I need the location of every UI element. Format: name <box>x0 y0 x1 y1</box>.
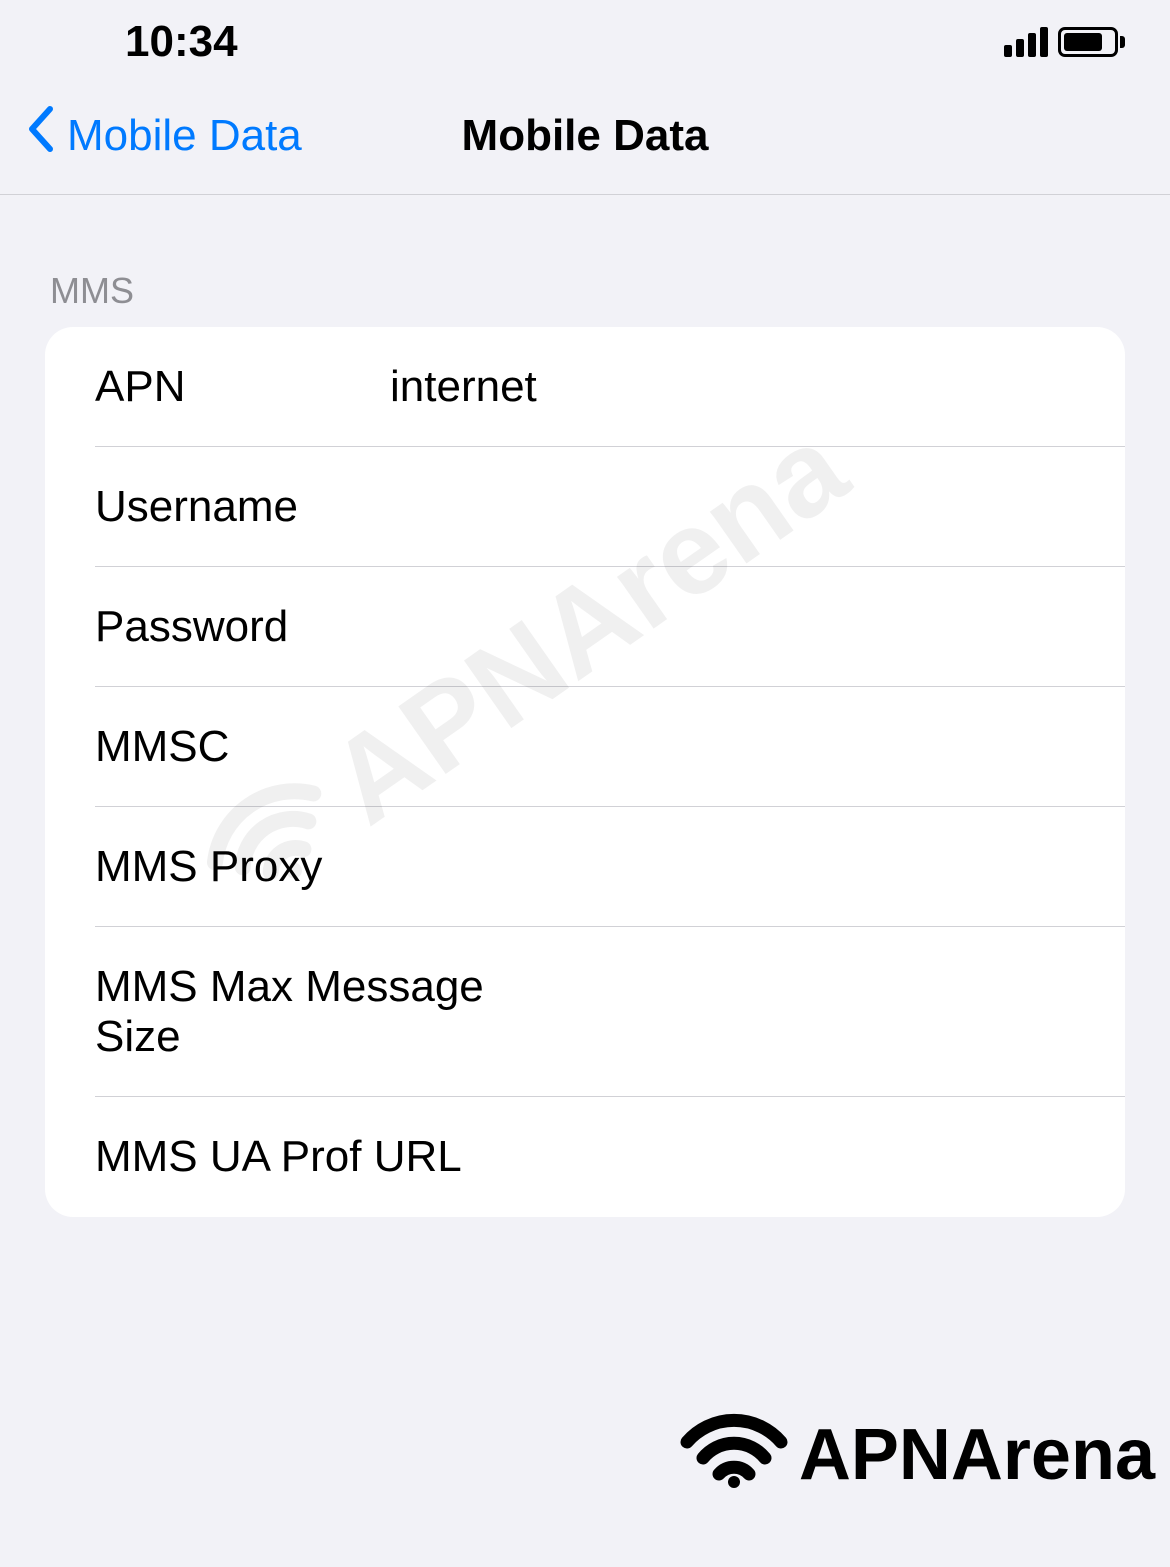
section-header-mms: MMS <box>45 195 1125 327</box>
footer-brand-text: APNArena <box>799 1414 1155 1496</box>
status-icons <box>1004 27 1125 57</box>
input-mmsc[interactable] <box>390 722 1125 772</box>
input-password[interactable] <box>390 602 1125 652</box>
input-mms-max-message-size[interactable] <box>550 987 1125 1037</box>
label-mmsc: MMSC <box>95 722 390 772</box>
row-apn[interactable]: APN <box>45 327 1125 447</box>
label-apn: APN <box>95 362 390 412</box>
label-password: Password <box>95 602 390 652</box>
row-mms-proxy[interactable]: MMS Proxy <box>45 807 1125 927</box>
status-time: 10:34 <box>125 17 238 67</box>
row-mms-max-message-size[interactable]: MMS Max Message Size <box>45 927 1125 1097</box>
back-button[interactable]: Mobile Data <box>25 105 302 166</box>
row-mmsc[interactable]: MMSC <box>45 687 1125 807</box>
input-mms-proxy[interactable] <box>390 842 1125 892</box>
row-username[interactable]: Username <box>45 447 1125 567</box>
footer-brand: APNArena <box>679 1404 1155 1506</box>
row-password[interactable]: Password <box>45 567 1125 687</box>
page-title: Mobile Data <box>462 111 709 161</box>
wifi-icon <box>679 1404 799 1506</box>
chevron-left-icon <box>25 105 55 166</box>
status-bar: 10:34 <box>0 0 1170 75</box>
input-username[interactable] <box>390 482 1125 532</box>
input-apn[interactable] <box>390 362 1125 412</box>
label-mms-proxy: MMS Proxy <box>95 842 390 892</box>
row-mms-ua-prof-url[interactable]: MMS UA Prof URL <box>45 1097 1125 1217</box>
content-area: MMS APN Username Password MMSC MMS Proxy <box>0 195 1170 1567</box>
label-mms-max-message-size: MMS Max Message Size <box>95 962 550 1062</box>
input-mms-ua-prof-url[interactable] <box>462 1132 1125 1182</box>
settings-group-mms: APN Username Password MMSC MMS Proxy MMS… <box>45 327 1125 1217</box>
label-mms-ua-prof-url: MMS UA Prof URL <box>95 1132 462 1182</box>
cellular-signal-icon <box>1004 27 1048 57</box>
label-username: Username <box>95 482 390 532</box>
battery-icon <box>1058 27 1125 57</box>
back-label: Mobile Data <box>67 111 302 161</box>
navigation-bar: Mobile Data Mobile Data <box>0 75 1170 195</box>
